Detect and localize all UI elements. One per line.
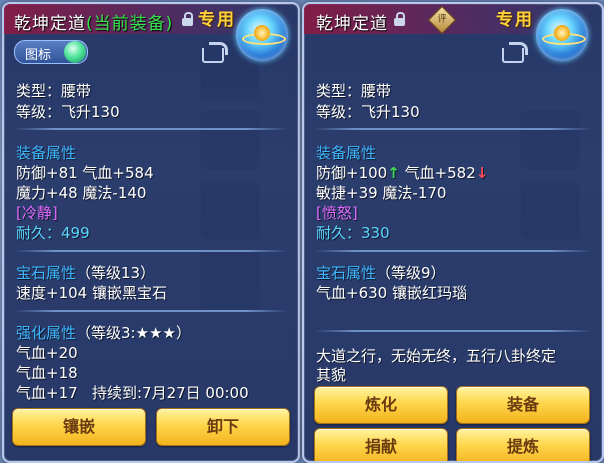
equip-attr-row: 魔力+48 魔法-140 (16, 184, 147, 202)
share-icon[interactable] (202, 42, 228, 64)
divider (14, 250, 288, 252)
exclusive-badge: 专用 (496, 10, 534, 30)
inlay-button[interactable]: 镶嵌 (12, 408, 146, 446)
compare-item-tooltip: 乾坤定道 评 专用 类型：腰带 等级：飞升130 装备属性 防御+100↑ 气血… (302, 2, 604, 463)
up-arrow-icon: ↑ (387, 164, 400, 182)
exclusive-badge: 专用 (198, 10, 236, 30)
current-equipped-tag: (当前装备) (86, 14, 174, 34)
gem-effect: 速度+104 镶嵌黑宝石 (16, 284, 167, 302)
share-icon[interactable] (502, 42, 528, 64)
enhance-row: 气血+17 持续到:7月27日 00:00 (16, 382, 249, 403)
durability: 耐久：330 (316, 222, 390, 243)
gem-attr-heading: 宝石属性（等级13） (16, 262, 155, 283)
marker-toggle[interactable]: 图标 (14, 40, 88, 64)
item-description: 大道之行，无始无终，五行八卦终定 (316, 347, 557, 365)
gem-section-title: 宝石属性 (316, 264, 377, 282)
gem-effect: 气血+630 镶嵌红玛瑙 (316, 284, 467, 302)
item-level: 等级：飞升130 (316, 103, 420, 121)
extract-button[interactable]: 提炼 (456, 428, 590, 461)
enhance-row-value: 气血+17 (16, 384, 78, 402)
enhance-level: （等级3:★★★） (76, 324, 191, 342)
divider (14, 310, 288, 312)
refine-button[interactable]: 炼化 (314, 386, 448, 424)
special-effect: [愤怒] (316, 204, 358, 222)
durability-value: 330 (361, 224, 390, 242)
equip-attr-row: 敏捷+39 魔法-170 (316, 184, 447, 202)
divider (314, 128, 592, 130)
durability-label: 耐久： (316, 224, 362, 242)
durability-label: 耐久： (16, 224, 62, 242)
unequip-button[interactable]: 卸下 (156, 408, 290, 446)
divider (314, 250, 592, 252)
equip-attr-heading: 装备属性 (16, 144, 77, 162)
lock-icon (182, 12, 193, 26)
item-description: 其貌 (316, 366, 347, 384)
durability: 耐久：499 (16, 222, 90, 243)
enhance-attr-heading: 强化属性（等级3:★★★） (16, 322, 191, 343)
divider (314, 330, 592, 332)
divider (14, 128, 288, 130)
enhance-row: 气血+20 (16, 344, 78, 362)
lock-icon (394, 12, 405, 26)
enhance-row: 气血+18 (16, 364, 78, 382)
item-level: 等级：飞升130 (16, 103, 120, 121)
belt-item-icon (236, 9, 288, 61)
gem-section-title: 宝石属性 (16, 264, 77, 282)
durability-value: 499 (61, 224, 90, 242)
belt-item-icon (536, 9, 588, 61)
item-name: 乾坤定道 (14, 14, 86, 34)
item-type: 类型：腰带 (316, 82, 392, 100)
enhance-row-duration: 持续到:7月27日 00:00 (91, 384, 249, 402)
equip-attr-row: 防御+81 气血+584 (16, 164, 154, 182)
equip-button[interactable]: 装备 (456, 386, 590, 424)
defense-attr: 防御+100 (316, 164, 388, 182)
item-title: 乾坤定道(当前装备) (14, 9, 173, 34)
item-name: 乾坤定道 (316, 14, 388, 34)
item-type: 类型：腰带 (16, 82, 92, 100)
equipped-item-tooltip: 乾坤定道(当前装备) 专用 图标 类型：腰带 等级：飞升130 装备属性 防御+… (2, 2, 300, 463)
enhance-section-title: 强化属性 (16, 324, 77, 342)
toggle-knob (64, 41, 86, 63)
gem-level: （等级13） (76, 264, 156, 282)
equip-attr-row: 防御+100↑ 气血+582↓ (316, 162, 488, 183)
hp-attr: 气血+582 (404, 164, 476, 182)
gem-attr-heading: 宝石属性（等级9） (316, 262, 446, 283)
special-effect: [冷静] (16, 204, 58, 222)
marker-toggle-label: 图标 (25, 48, 52, 63)
down-arrow-icon: ↓ (475, 164, 489, 182)
equip-attr-heading: 装备属性 (316, 144, 377, 162)
gem-level: （等级9） (376, 264, 446, 282)
donate-button[interactable]: 捐献 (314, 428, 448, 461)
